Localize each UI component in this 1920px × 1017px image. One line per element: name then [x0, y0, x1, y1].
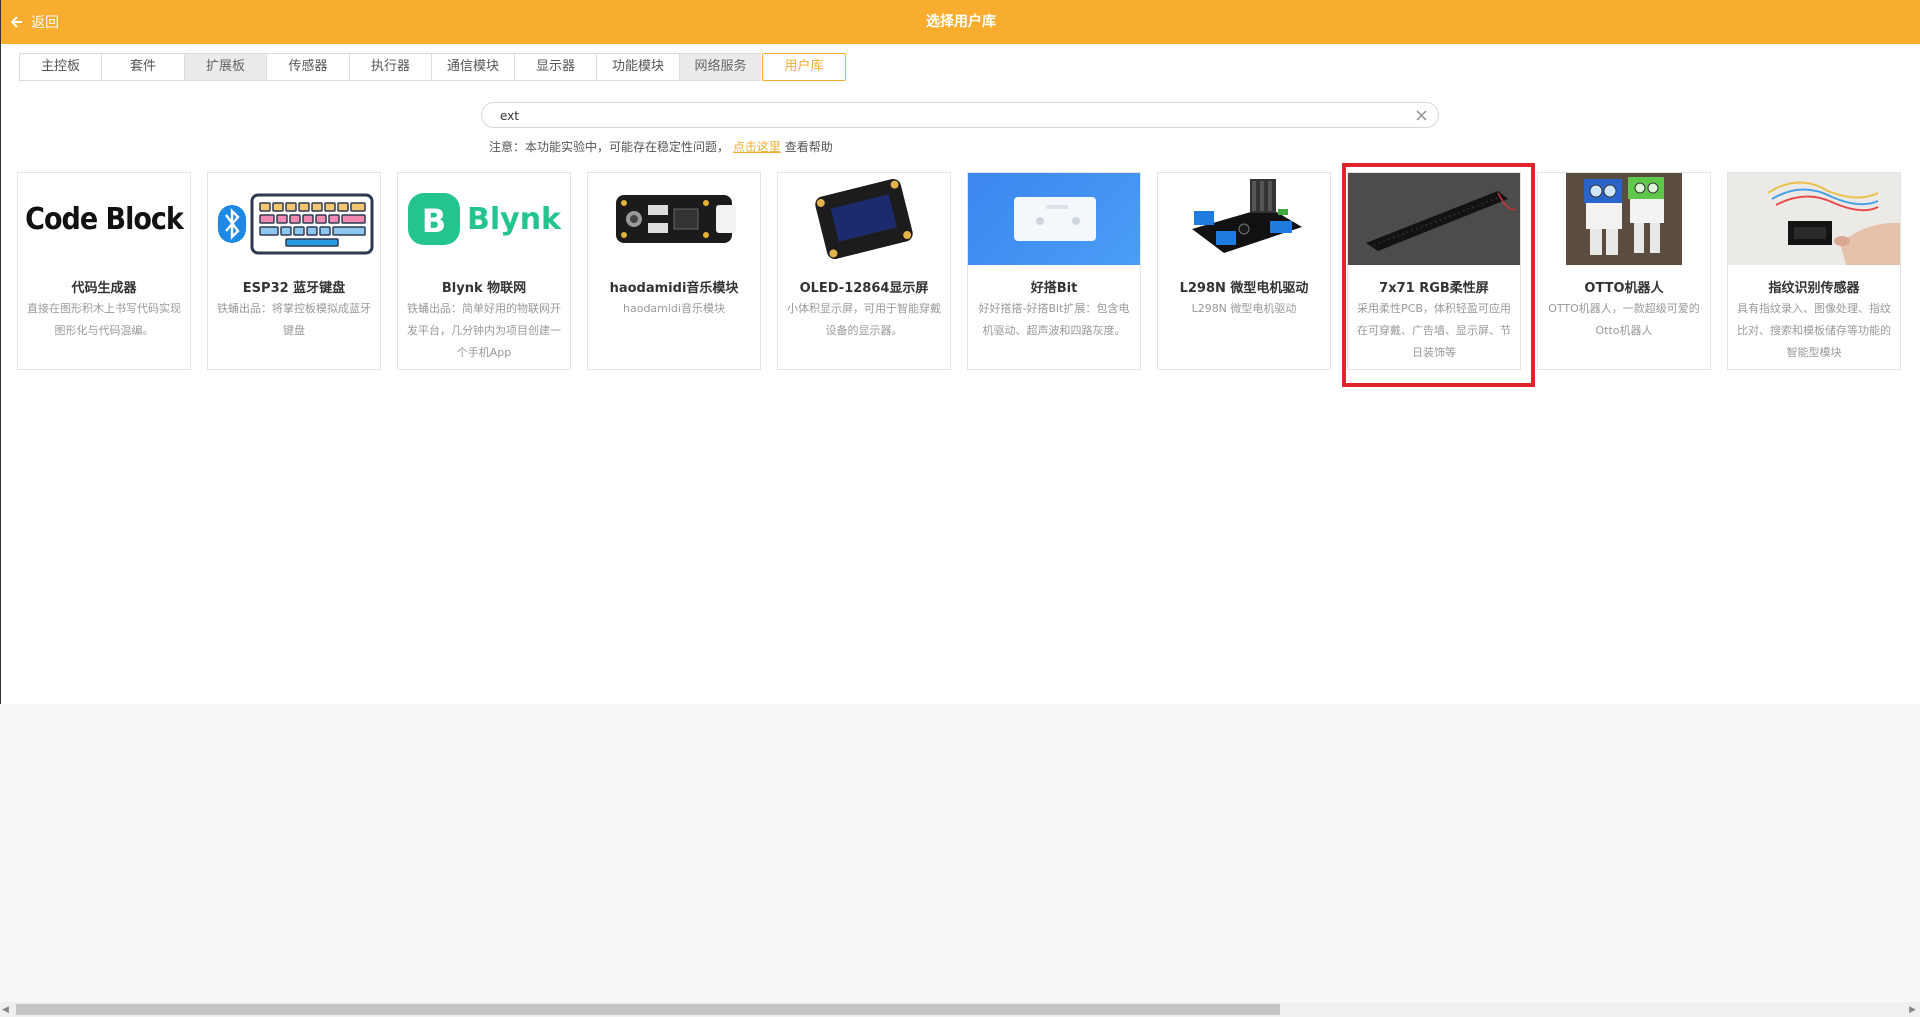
card-description: 具有指纹录入、图像处理、指纹比对、搜索和模板储存等功能的智能型模块 [1737, 302, 1891, 359]
library-card[interactable]: OTTO机器人 OTTO机器人，一款超级可爱的Otto机器人 [1537, 172, 1711, 370]
card-title: Blynk 物联网 [441, 281, 527, 296]
card-description: 好好搭搭-好搭Bit扩展：包含电机驱动、超声波和四路灰度。 [978, 302, 1130, 337]
blynk-logo: B Blynk [398, 173, 570, 265]
library-card[interactable]: 指纹识别传感器 具有指纹录入、图像处理、指纹比对、搜索和模板储存等功能的智能型模… [1727, 172, 1901, 370]
library-card[interactable]: ESP32 蓝牙键盘 铁蛹出品：将掌控板模拟成蓝牙键盘 [207, 172, 381, 370]
card-title: 指纹识别传感器 [1768, 281, 1860, 296]
tab-mainboard[interactable]: 主控板 [19, 53, 101, 81]
tab-actuators[interactable]: 执行器 [349, 53, 431, 81]
horizontal-scrollbar[interactable]: ◀ ▶ [0, 1002, 1920, 1017]
otto-robot-image [1538, 173, 1710, 265]
header-bar: 返回 选择用户库 [1, 0, 1920, 44]
warning-note: 注意：本功能实验中，可能存在稳定性问题， 点击这里 查看帮助 [489, 138, 833, 155]
help-link[interactable]: 点击这里 [733, 140, 781, 154]
card-description: 直接在图形积木上书写代码实现图形化与代码混编。 [27, 302, 181, 337]
search-input[interactable] [498, 106, 1382, 126]
card-title: L298N 微型电机驱动 [1179, 281, 1309, 296]
note-text: 注意：本功能实验中，可能存在稳定性问题， [489, 140, 730, 154]
card-title: haodamidi音乐模块 [609, 281, 739, 296]
fingerprint-sensor-image [1728, 173, 1900, 265]
search-box [481, 102, 1439, 128]
tab-kits[interactable]: 套件 [101, 53, 184, 81]
card-description: 铁蛹出品：简单好用的物联网开发平台，几分钟内为项目创建一个手机App [407, 302, 561, 359]
scroll-left-icon[interactable]: ◀ [2, 1005, 9, 1015]
tab-sensors[interactable]: 传感器 [266, 53, 349, 81]
tab-network-services[interactable]: 网络服务 [679, 53, 761, 81]
library-card[interactable]: 好搭Bit 好好搭搭-好搭Bit扩展：包含电机驱动、超声波和四路灰度。 [967, 172, 1141, 370]
card-title: 好搭Bit [1030, 281, 1078, 296]
note-suffix: 查看帮助 [784, 140, 833, 154]
card-title: 7x71 RGB柔性屏 [1379, 281, 1489, 296]
tab-function-modules[interactable]: 功能模块 [596, 53, 679, 81]
card-description: 采用柔性PCB，体积轻盈可应用在可穿戴、广告墙、显示屏、节日装饰等 [1357, 302, 1511, 359]
category-tabs: 主控板 套件 扩展板 传感器 执行器 通信模块 显示器 功能模块 网络服务 用户… [19, 53, 846, 81]
card-description: 铁蛹出品：将掌控板模拟成蓝牙键盘 [217, 302, 371, 337]
svg-text:B: B [422, 202, 446, 240]
tab-displays[interactable]: 显示器 [514, 53, 596, 81]
motor-driver-image [1158, 173, 1330, 265]
clear-icon[interactable] [1415, 109, 1428, 122]
haodabit-board-image [968, 173, 1140, 265]
tab-expansion-board[interactable]: 扩展板 [184, 53, 266, 81]
library-card[interactable]: 7x71 RGB柔性屏 采用柔性PCB，体积轻盈可应用在可穿戴、广告墙、显示屏、… [1347, 172, 1521, 370]
card-description: haodamidi音乐模块 [623, 302, 725, 315]
card-title: OTTO机器人 [1584, 281, 1664, 296]
library-card[interactable]: OLED-12864显示屏 小体积显示屏，可用于智能穿戴设备的显示器。 [777, 172, 951, 370]
card-description: L298N 微型电机驱动 [1191, 302, 1297, 315]
code-block-logo: Code Block [25, 201, 184, 237]
library-card[interactable]: L298N 微型电机驱动 L298N 微型电机驱动 [1157, 172, 1331, 370]
card-description: 小体积显示屏，可用于智能穿戴设备的显示器。 [787, 302, 941, 337]
card-title: OLED-12864显示屏 [799, 281, 929, 296]
app-window: 返回 选择用户库 主控板 套件 扩展板 传感器 执行器 通信模块 显示器 功能模… [0, 0, 1920, 704]
library-card[interactable]: B Blynk Blynk 物联网 铁蛹出品：简单好用的物联网开发平台，几分钟内… [397, 172, 571, 370]
bluetooth-keyboard-icon [208, 173, 380, 265]
flexible-rgb-strip-image [1348, 173, 1520, 265]
library-card[interactable]: Code Block 代码生成器 直接在图形积木上书写代码实现图形化与代码混编。 [17, 172, 191, 370]
library-card[interactable]: haodamidi音乐模块 haodamidi音乐模块 [587, 172, 761, 370]
tab-communication[interactable]: 通信模块 [431, 53, 514, 81]
scrollbar-thumb[interactable] [16, 1004, 1280, 1015]
card-title: 代码生成器 [71, 281, 137, 296]
oled-display-image [778, 173, 950, 265]
card-title: ESP32 蓝牙键盘 [242, 281, 346, 296]
page-title: 选择用户库 [926, 14, 996, 30]
card-description: OTTO机器人，一款超级可爱的Otto机器人 [1548, 302, 1700, 337]
tab-user-library[interactable]: 用户库 [762, 53, 846, 81]
music-module-image [588, 173, 760, 265]
scroll-right-icon[interactable]: ▶ [1909, 1005, 1916, 1015]
